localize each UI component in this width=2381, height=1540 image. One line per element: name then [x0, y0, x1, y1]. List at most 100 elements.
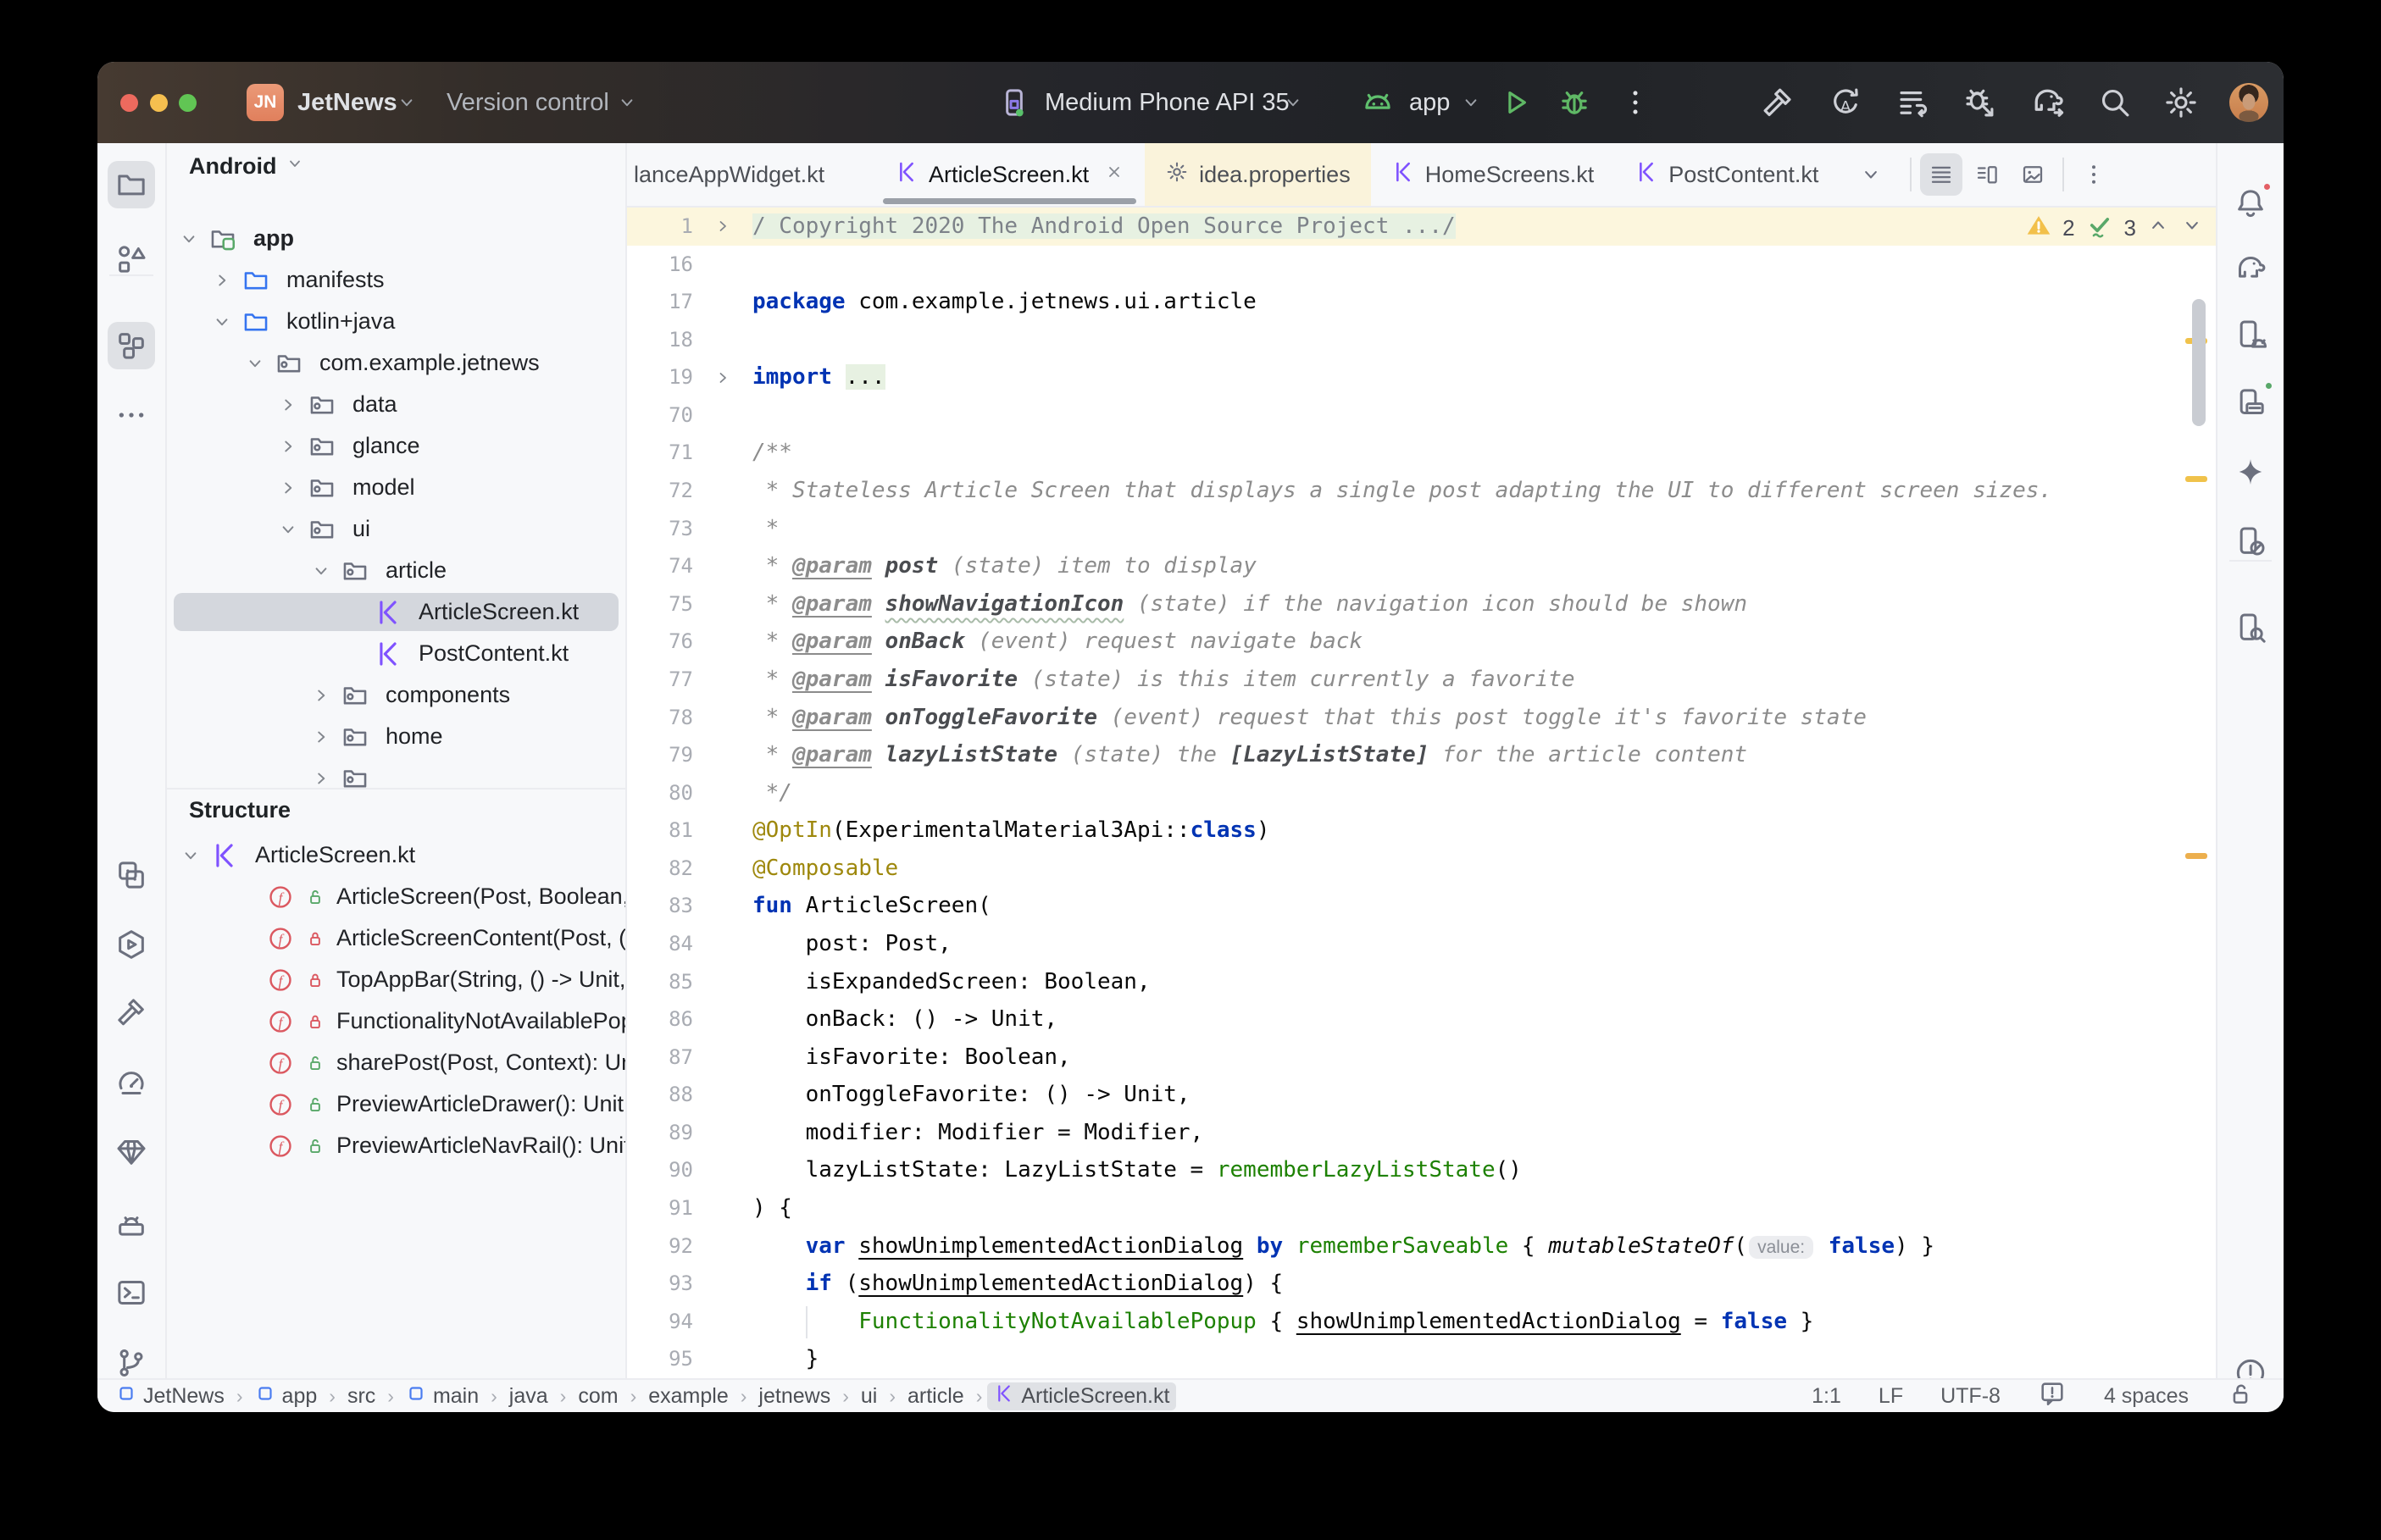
more-tabs-button[interactable]	[1839, 143, 1903, 206]
line-number[interactable]: 92	[627, 1227, 693, 1266]
fold-indicator[interactable]	[693, 358, 752, 396]
tree-item-data[interactable]: data	[167, 384, 625, 425]
project-icon[interactable]: JN	[247, 84, 284, 121]
panel-splitter[interactable]	[167, 788, 625, 789]
settings-button[interactable]	[2163, 62, 2199, 143]
tree-item-components[interactable]: components	[167, 674, 625, 716]
code-line-89[interactable]: 89 modifier: Modifier = Modifier,	[627, 1114, 2216, 1152]
fold-indicator[interactable]	[693, 812, 752, 850]
fold-indicator[interactable]	[693, 925, 752, 963]
fold-indicator[interactable]	[693, 321, 752, 359]
chevron-down-icon[interactable]	[174, 228, 204, 250]
code-line-90[interactable]: 90 lazyListState: LazyListState = rememb…	[627, 1151, 2216, 1189]
tree-item-ArticleScreen.kt[interactable]: ArticleScreen.kt	[167, 591, 625, 633]
breadcrumb-app[interactable]: app	[248, 1382, 325, 1410]
code-line-76[interactable]: 76 * @param onBack (event) request navig…	[627, 623, 2216, 661]
fold-indicator[interactable]	[693, 850, 752, 888]
fold-indicator[interactable]	[693, 585, 752, 623]
chevron-down-icon[interactable]	[273, 518, 303, 540]
breadcrumb-ui[interactable]: ui	[854, 1383, 884, 1410]
close-icon[interactable]	[1104, 162, 1124, 188]
line-number[interactable]: 93	[627, 1265, 693, 1303]
line-number[interactable]: 16	[627, 246, 693, 284]
structure-item[interactable]: f PreviewArticleNavRail(): Unit	[167, 1125, 625, 1166]
minimize-window-button[interactable]	[150, 94, 168, 112]
tab-lanceAppWidget.kt[interactable]: lanceAppWidget.kt	[627, 143, 874, 206]
line-number[interactable]: 19	[627, 358, 693, 396]
next-problem-button[interactable]	[2180, 213, 2204, 243]
fold-indicator[interactable]	[693, 1265, 752, 1303]
bookmarks-icon[interactable]	[108, 851, 155, 899]
app-inspection-icon[interactable]	[2227, 604, 2274, 651]
breadcrumb-JetNews[interactable]: JetNews	[109, 1382, 231, 1410]
fold-indicator[interactable]	[693, 1340, 752, 1378]
fold-indicator[interactable]	[693, 1076, 752, 1114]
image-view-button[interactable]	[2012, 153, 2054, 196]
code-line-94[interactable]: 94 FunctionalityNotAvailablePopup { show…	[627, 1303, 2216, 1341]
device-manager-icon[interactable]	[2227, 379, 2274, 426]
code-line-87[interactable]: 87 isFavorite: Boolean,	[627, 1039, 2216, 1077]
fold-indicator[interactable]	[693, 1000, 752, 1039]
line-number[interactable]: 75	[627, 585, 693, 623]
chevron-down-icon[interactable]	[207, 311, 237, 333]
vcs-menu[interactable]: Version control	[447, 62, 609, 143]
code-line-85[interactable]: 85 isExpandedScreen: Boolean,	[627, 963, 2216, 1001]
device-selector[interactable]: Medium Phone API 35	[1045, 62, 1290, 143]
running-devices-icon[interactable]	[2227, 311, 2274, 358]
passed-count[interactable]: 3	[2124, 215, 2136, 241]
code-line-18[interactable]: 18	[627, 321, 2216, 359]
chevron-down-icon[interactable]	[306, 560, 336, 582]
fold-indicator[interactable]	[693, 736, 752, 774]
fold-indicator[interactable]	[693, 246, 752, 284]
line-number[interactable]: 71	[627, 434, 693, 472]
profiler-icon[interactable]	[108, 1059, 155, 1106]
code-line-79[interactable]: 79 * @param lazyListState (state) the [L…	[627, 736, 2216, 774]
line-number[interactable]: 90	[627, 1151, 693, 1189]
line-number[interactable]: 85	[627, 963, 693, 1001]
chevron-right-icon[interactable]	[273, 394, 303, 416]
tree-item-com.example.jetnews[interactable]: com.example.jetnews	[167, 342, 625, 384]
more-actions-button[interactable]	[1619, 62, 1651, 143]
chevron-down-icon[interactable]	[175, 845, 206, 867]
device-mirroring-icon[interactable]	[2227, 518, 2274, 565]
split-view-button[interactable]	[1966, 153, 2008, 196]
breadcrumb-jetnews[interactable]: jetnews	[752, 1383, 837, 1410]
tree-item-kotlin+java[interactable]: kotlin+java	[167, 301, 625, 342]
tree-item-app[interactable]: app	[167, 218, 625, 259]
tree-item-article[interactable]: article	[167, 550, 625, 591]
chevron-down-icon[interactable]	[240, 352, 270, 374]
structure-item[interactable]: f TopAppBar(String, () -> Unit,	[167, 959, 625, 1000]
code-line-16[interactable]: 16	[627, 246, 2216, 284]
line-number[interactable]: 72	[627, 472, 693, 510]
services-icon[interactable]	[108, 921, 155, 968]
line-number[interactable]: 1	[627, 208, 693, 246]
line-number[interactable]: 81	[627, 812, 693, 850]
chevron-right-icon[interactable]	[273, 477, 303, 499]
fold-indicator[interactable]	[693, 396, 752, 435]
tab-ArticleScreen.kt[interactable]: ArticleScreen.kt	[874, 143, 1145, 206]
line-number[interactable]: 79	[627, 736, 693, 774]
code-line-78[interactable]: 78 * @param onToggleFavorite (event) req…	[627, 699, 2216, 737]
build-button[interactable]	[1760, 62, 1795, 143]
caret-position[interactable]: 1:1	[1812, 1384, 1841, 1409]
zoom-window-button[interactable]	[179, 94, 197, 112]
code-line-80[interactable]: 80 */	[627, 774, 2216, 812]
code-line-71[interactable]: 71/**	[627, 434, 2216, 472]
close-window-button[interactable]	[120, 94, 138, 112]
fold-indicator[interactable]	[693, 1189, 752, 1227]
debug-button[interactable]	[1557, 62, 1592, 143]
line-number[interactable]: 91	[627, 1189, 693, 1227]
code-line-75[interactable]: 75 * @param showNavigationIcon (state) i…	[627, 585, 2216, 623]
chevron-right-icon[interactable]	[306, 684, 336, 706]
app-quality-insights-icon[interactable]	[108, 1128, 155, 1176]
code-line-81[interactable]: 81 @OptIn(ExperimentalMaterial3Api::class…	[627, 812, 2216, 850]
line-number[interactable]: 78	[627, 699, 693, 737]
code-line-74[interactable]: 74 * @param post (state) item to display	[627, 547, 2216, 585]
code-line-73[interactable]: 73 *	[627, 510, 2216, 548]
lock-unlocked-icon[interactable]	[2226, 1379, 2255, 1413]
line-number[interactable]: 83	[627, 887, 693, 925]
fold-indicator[interactable]	[693, 208, 752, 246]
fold-indicator[interactable]	[693, 547, 752, 585]
code-line-82[interactable]: 82 @Composable	[627, 850, 2216, 888]
chevron-right-icon[interactable]	[306, 726, 336, 748]
